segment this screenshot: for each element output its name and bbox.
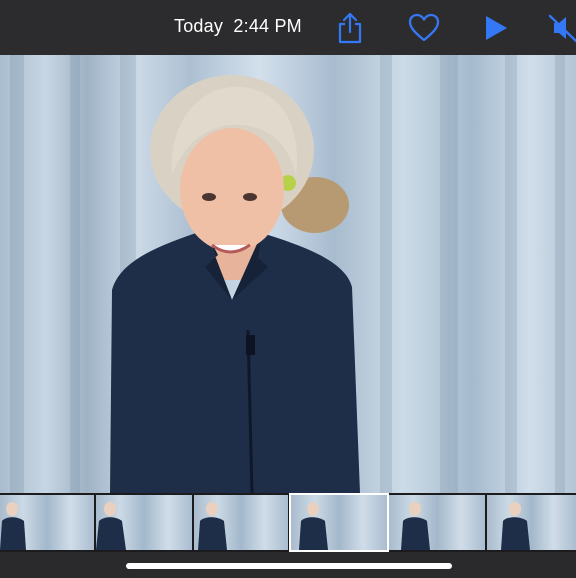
thumbnail[interactable] (389, 495, 485, 550)
share-icon[interactable] (330, 8, 370, 48)
photo-date-title: Today 2:44 PM (174, 16, 302, 36)
thumbnail-selected[interactable] (289, 493, 389, 552)
home-indicator[interactable] (126, 563, 452, 569)
play-icon[interactable] (476, 8, 516, 48)
photo-viewer[interactable] (0, 55, 576, 493)
thumbnail[interactable] (194, 495, 288, 550)
thumbnail[interactable] (0, 495, 94, 550)
thumbnail[interactable] (487, 495, 576, 550)
photo (10, 55, 565, 493)
top-toolbar: Today 2:44 PM (0, 0, 576, 55)
filmstrip[interactable] (0, 493, 576, 552)
heart-icon[interactable] (404, 8, 444, 48)
speaker-muted-icon[interactable] (544, 8, 576, 48)
thumbnail[interactable] (96, 495, 192, 550)
